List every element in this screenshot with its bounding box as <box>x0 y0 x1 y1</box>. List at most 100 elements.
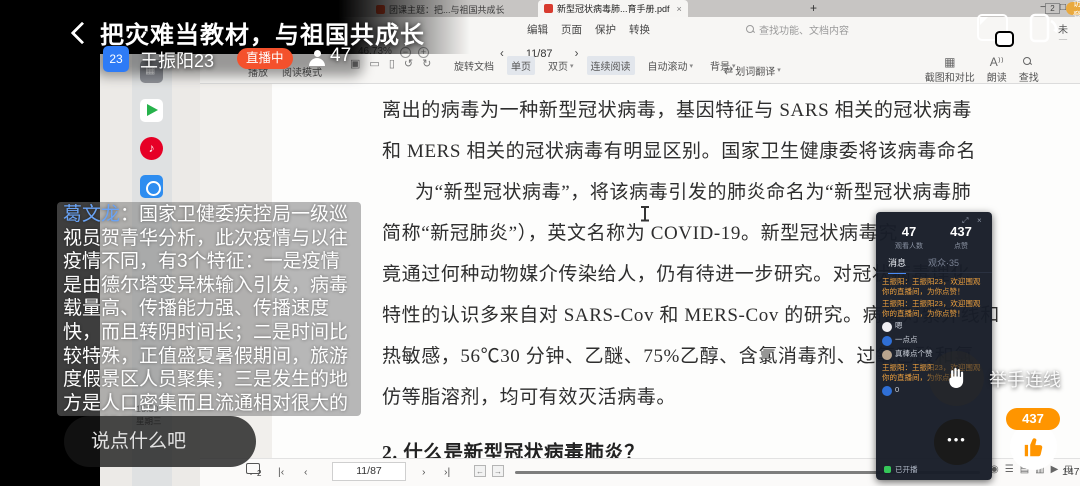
search-icon <box>746 25 755 34</box>
like-count-badge: 437 <box>1006 408 1060 430</box>
toolbar-item[interactable]: 连续阅读 <box>587 56 635 75</box>
read-aloud-icon: A⁾⁾ <box>990 56 1004 68</box>
toolbar-item-find[interactable]: 查找 <box>1019 57 1039 84</box>
toolbar-item[interactable]: 双页 ▾ <box>544 56 578 75</box>
fit-page-icon[interactable]: ▭ <box>369 57 379 70</box>
search-icon <box>1023 57 1034 68</box>
chat-message-text: 嗯 <box>895 321 903 331</box>
chevron-down-icon: ▾ <box>570 62 574 70</box>
more-options-button[interactable]: ••• <box>934 419 980 465</box>
chat-message-text: 王振阳：王振阳23，欢迎围观你的直播间，为你点赞！ <box>882 277 986 296</box>
avatar <box>882 350 892 360</box>
screen-share-icon[interactable] <box>977 14 1008 41</box>
chevron-down-icon: ▾ <box>777 66 781 74</box>
play-icon[interactable]: ▶ <box>1051 464 1059 475</box>
toolbar-item-label: 截图和对比 <box>925 69 975 84</box>
comment-text: ：国家卫健委疾控局一级巡视员贺青华分析，此次疫情与以往疫情不同，有3个特征：一是… <box>63 204 348 416</box>
maximize-button[interactable]: □ <box>1060 2 1066 13</box>
toolbar-item-label: 自动滚动 <box>648 58 688 73</box>
live-title: 把灾难当教材，与祖国共成长 <box>100 15 425 50</box>
search-input[interactable]: 查找功能、文档内容 <box>746 22 849 37</box>
hand-icon <box>943 365 970 392</box>
last-page-icon[interactable]: ›| <box>444 466 450 478</box>
pdf-text-line: 离出的病毒为一种新型冠状病毒，基因特征与 SARS 相关的冠状病毒 <box>382 90 1000 131</box>
tab-close-icon[interactable]: × <box>677 4 682 14</box>
toolbar-right-group: ⇄ 划词翻译 ▾ ▦ 截图和对比 A⁾⁾ 朗读 查找 <box>720 56 1039 84</box>
tab-pdf-active[interactable]: 新型冠状病毒肺...育手册.pdf × <box>538 0 688 17</box>
avatar <box>882 322 892 332</box>
divider <box>876 272 992 273</box>
comment-count-badge: 2 <box>257 469 261 478</box>
viewer-count-overlay: 47 <box>330 45 351 67</box>
toolbar-item-label: 划词翻译 <box>735 63 775 78</box>
like-count: 437 <box>932 224 990 239</box>
toolbar-item[interactable]: 单页 <box>507 56 535 75</box>
app-icon-music[interactable]: ♪ <box>140 137 163 160</box>
menu-protect[interactable]: 保护 <box>595 22 616 37</box>
chat-message: 王振阳：王振阳23，欢迎围观你的直播间，为你点赞！ <box>882 299 986 318</box>
picture-icon: ▦ <box>944 56 955 68</box>
raise-hand-button[interactable] <box>929 351 984 406</box>
chat-message-text: 真棒点个赞 <box>895 349 933 359</box>
search-placeholder: 查找功能、文档内容 <box>759 22 849 37</box>
first-page-icon[interactable]: |‹ <box>278 466 284 478</box>
crop-icon[interactable]: ▯ <box>389 57 395 70</box>
tab-label: 新型冠状病毒肺...育手册.pdf <box>557 2 670 15</box>
stream-status: 已开播 <box>884 464 918 475</box>
chat-message: 王振阳：王振阳23，欢迎围观你的直播间，为你点赞！ <box>882 277 986 296</box>
prev-page-icon[interactable]: ‹ <box>304 466 308 478</box>
chat-message: 一点点 <box>882 335 986 346</box>
menu-convert[interactable]: 转换 <box>629 22 650 37</box>
page-number-input[interactable]: 11/87 <box>332 462 406 481</box>
like-button[interactable] <box>1010 423 1057 470</box>
viewer-count: 47 <box>880 224 938 239</box>
live-comment-overlay: 葛文龙：国家卫健委疾控局一级巡视员贺青华分析，此次疫情与以往疫情不同，有3个特征… <box>57 202 361 416</box>
like-count-label: 点赞 <box>932 241 990 251</box>
app-icon-camera[interactable] <box>140 175 163 198</box>
rotate-right-icon[interactable]: ↻ <box>422 57 431 70</box>
statusbar-zoom-percent[interactable]: 147% <box>1062 466 1080 478</box>
toolbar-item-label: 双页 <box>548 58 568 73</box>
comment-sender: 葛文龙 <box>63 204 120 225</box>
text-cursor <box>641 206 649 221</box>
live-stream-screen: 稻壳 团课主题：把...与祖国共成长 新型冠状病毒肺...育手册.pdf × +… <box>0 0 1080 486</box>
chat-message-text: 王振阳：王振阳23，欢迎围观你的直播间，为你点赞！ <box>882 299 986 318</box>
toolbar-item-translate[interactable]: ⇄ 划词翻译 ▾ <box>720 61 785 80</box>
rotate-screen-icon[interactable] <box>1026 11 1060 45</box>
chat-message-text: 0 <box>895 385 899 395</box>
toolbar-item[interactable]: 旋转文档 <box>450 56 498 75</box>
chat-message-text: 一点点 <box>895 335 918 345</box>
thumbs-up-icon <box>1021 434 1047 460</box>
pdf-text-line: 为“新型冠状病毒”，将该病毒引发的肺炎命名为“新型冠状病毒肺 <box>415 172 1000 213</box>
status-dot-icon <box>884 466 891 473</box>
avatar <box>882 336 892 346</box>
new-tab-button[interactable]: + <box>810 1 817 15</box>
streamer-badge: 23 <box>103 46 129 72</box>
guest-login-button[interactable]: 访客登录 <box>1066 2 1080 15</box>
chat-input[interactable]: 说点什么吧 <box>64 416 256 467</box>
toolbar-item-label: 查找 <box>1019 69 1039 84</box>
rotate-left-icon[interactable]: ↺ <box>404 57 413 70</box>
toolbar-item-label: 单页 <box>511 58 531 73</box>
streamer-name: 王振阳23 <box>140 47 214 73</box>
spread-view-icon[interactable]: ☰ <box>1005 464 1014 475</box>
menu-edit[interactable]: 编辑 <box>527 22 548 37</box>
toolbar-item-readaloud[interactable]: A⁾⁾ 朗读 <box>987 56 1007 84</box>
raise-hand-label[interactable]: 举手连线 <box>989 366 1061 392</box>
forward-view-icon[interactable]: → <box>492 465 504 477</box>
back-button[interactable] <box>66 18 92 48</box>
menu-page[interactable]: 页面 <box>561 22 582 37</box>
toolbar-item-label: 旋转文档 <box>454 58 494 73</box>
toolbar-item-label: 朗读 <box>987 69 1007 84</box>
toolbar-item-screenshot[interactable]: ▦ 截图和对比 <box>925 56 975 84</box>
back-view-icon[interactable]: ← <box>474 465 486 477</box>
next-page-icon[interactable]: › <box>422 466 426 478</box>
pdf-icon <box>544 4 553 13</box>
toolbar-mid-group: 旋转文档 单页 双页 ▾ 连续阅读 <box>450 56 740 75</box>
toolbar-item[interactable]: 自动滚动 ▾ <box>644 56 698 75</box>
toolbar-item-label: 连续阅读 <box>591 58 631 73</box>
viewer-person-icon <box>309 50 325 66</box>
app-icon-video[interactable] <box>140 99 163 122</box>
chevron-down-icon: ▾ <box>690 62 694 70</box>
stream-status-label: 已开播 <box>895 464 918 475</box>
